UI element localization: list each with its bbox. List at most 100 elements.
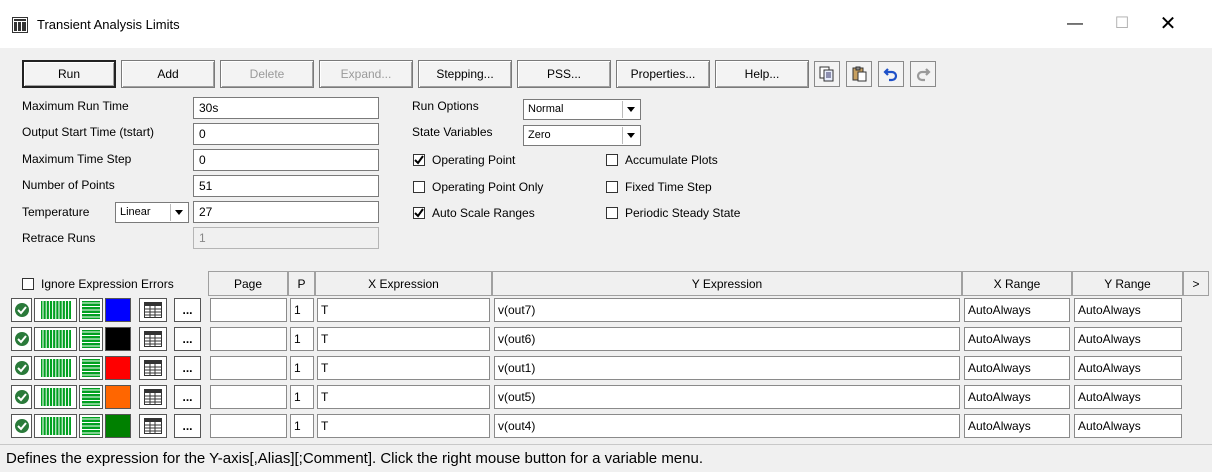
- y-expression-cell[interactable]: v(out1): [494, 356, 960, 380]
- p-cell[interactable]: 1: [290, 385, 314, 409]
- page-cell[interactable]: [210, 356, 287, 380]
- title-bar: Transient Analysis Limits — ☐ ✕: [0, 0, 1212, 48]
- close-button[interactable]: ✕: [1145, 8, 1191, 40]
- add-button[interactable]: Add: [121, 60, 215, 88]
- expand-button[interactable]: Expand...: [319, 60, 413, 88]
- periodic-steady-state-label: Periodic Steady State: [625, 206, 741, 220]
- max-time-step-input[interactable]: 0: [193, 149, 379, 171]
- stepping-button[interactable]: Stepping...: [418, 60, 512, 88]
- x-range-cell[interactable]: AutoAlways: [964, 298, 1070, 322]
- x-expression-cell[interactable]: T: [317, 298, 490, 322]
- more-options-button[interactable]: ...: [174, 414, 201, 438]
- redo-icon[interactable]: [910, 61, 936, 87]
- header-y-expression[interactable]: Y Expression: [492, 271, 962, 296]
- more-options-button[interactable]: ...: [174, 298, 201, 322]
- table-format-icon[interactable]: [139, 327, 167, 351]
- run-button[interactable]: Run: [22, 60, 116, 88]
- help-button[interactable]: Help...: [715, 60, 809, 88]
- num-points-input[interactable]: 51: [193, 175, 379, 197]
- color-swatch[interactable]: [105, 414, 131, 438]
- run-options-select[interactable]: Normal: [523, 99, 641, 120]
- page-cell[interactable]: [210, 414, 287, 438]
- y-expression-cell[interactable]: v(out6): [494, 327, 960, 351]
- table-format-icon[interactable]: [139, 385, 167, 409]
- header-y-range[interactable]: Y Range: [1072, 271, 1183, 296]
- delete-button[interactable]: Delete: [220, 60, 314, 88]
- color-swatch[interactable]: [105, 298, 131, 322]
- more-options-button[interactable]: ...: [174, 385, 201, 409]
- x-expression-cell[interactable]: T: [317, 414, 490, 438]
- page-cell[interactable]: [210, 385, 287, 409]
- properties-button[interactable]: Properties...: [616, 60, 710, 88]
- p-cell[interactable]: 1: [290, 327, 314, 351]
- y-expression-cell[interactable]: v(out5): [494, 385, 960, 409]
- auto-scale-checkbox[interactable]: Auto Scale Ranges: [413, 206, 535, 220]
- minimize-button[interactable]: —: [1052, 8, 1098, 40]
- enable-check-icon[interactable]: [11, 298, 32, 322]
- y-range-cell[interactable]: AutoAlways: [1074, 298, 1182, 322]
- temperature-mode-select[interactable]: Linear: [115, 202, 189, 223]
- x-range-cell[interactable]: AutoAlways: [964, 385, 1070, 409]
- y-range-cell[interactable]: AutoAlways: [1074, 327, 1182, 351]
- line-style-icon[interactable]: [79, 356, 103, 380]
- line-style-icon[interactable]: [79, 385, 103, 409]
- x-range-cell[interactable]: AutoAlways: [964, 356, 1070, 380]
- table-format-icon[interactable]: [139, 298, 167, 322]
- y-range-cell[interactable]: AutoAlways: [1074, 356, 1182, 380]
- output-start-input[interactable]: 0: [193, 123, 379, 145]
- accumulate-plots-checkbox[interactable]: Accumulate Plots: [606, 153, 718, 167]
- plot-style-icon[interactable]: [34, 414, 77, 438]
- temperature-input[interactable]: 27: [193, 201, 379, 223]
- periodic-steady-state-checkbox[interactable]: Periodic Steady State: [606, 206, 740, 220]
- max-run-time-input[interactable]: 30s: [193, 97, 379, 119]
- operating-point-checkbox[interactable]: Operating Point: [413, 153, 515, 167]
- plot-style-icon[interactable]: [34, 356, 77, 380]
- table-format-icon[interactable]: [139, 356, 167, 380]
- retrace-runs-input[interactable]: 1: [193, 227, 379, 249]
- enable-check-icon[interactable]: [11, 327, 32, 351]
- y-range-cell[interactable]: AutoAlways: [1074, 385, 1182, 409]
- y-expression-cell[interactable]: v(out4): [494, 414, 960, 438]
- undo-icon[interactable]: [878, 61, 904, 87]
- enable-check-icon[interactable]: [11, 414, 32, 438]
- more-options-button[interactable]: ...: [174, 356, 201, 380]
- enable-check-icon[interactable]: [11, 356, 32, 380]
- y-range-cell[interactable]: AutoAlways: [1074, 414, 1182, 438]
- table-format-icon[interactable]: [139, 414, 167, 438]
- fixed-time-step-checkbox[interactable]: Fixed Time Step: [606, 180, 712, 194]
- x-range-cell[interactable]: AutoAlways: [964, 327, 1070, 351]
- x-range-cell[interactable]: AutoAlways: [964, 414, 1070, 438]
- page-cell[interactable]: [210, 298, 287, 322]
- state-variables-select[interactable]: Zero: [523, 125, 641, 146]
- copy-icon[interactable]: [814, 61, 840, 87]
- operating-point-only-checkbox[interactable]: Operating Point Only: [413, 180, 543, 194]
- header-p[interactable]: P: [288, 271, 315, 296]
- maximize-button[interactable]: ☐: [1099, 8, 1145, 40]
- color-swatch[interactable]: [105, 327, 131, 351]
- ignore-errors-checkbox[interactable]: Ignore Expression Errors: [22, 277, 174, 291]
- p-cell[interactable]: 1: [290, 298, 314, 322]
- plot-style-icon[interactable]: [34, 327, 77, 351]
- line-style-icon[interactable]: [79, 298, 103, 322]
- page-cell[interactable]: [210, 327, 287, 351]
- header-x-expression[interactable]: X Expression: [315, 271, 492, 296]
- enable-check-icon[interactable]: [11, 385, 32, 409]
- pss-button[interactable]: PSS...: [517, 60, 611, 88]
- x-expression-cell[interactable]: T: [317, 356, 490, 380]
- p-cell[interactable]: 1: [290, 356, 314, 380]
- plot-style-icon[interactable]: [34, 298, 77, 322]
- plot-style-icon[interactable]: [34, 385, 77, 409]
- more-options-button[interactable]: ...: [174, 327, 201, 351]
- color-swatch[interactable]: [105, 356, 131, 380]
- p-cell[interactable]: 1: [290, 414, 314, 438]
- header-page[interactable]: Page: [208, 271, 288, 296]
- header-x-range[interactable]: X Range: [962, 271, 1072, 296]
- scroll-right-button[interactable]: >: [1183, 271, 1209, 296]
- paste-icon[interactable]: [846, 61, 872, 87]
- line-style-icon[interactable]: [79, 414, 103, 438]
- line-style-icon[interactable]: [79, 327, 103, 351]
- x-expression-cell[interactable]: T: [317, 385, 490, 409]
- y-expression-cell[interactable]: v(out7): [494, 298, 960, 322]
- color-swatch[interactable]: [105, 385, 131, 409]
- x-expression-cell[interactable]: T: [317, 327, 490, 351]
